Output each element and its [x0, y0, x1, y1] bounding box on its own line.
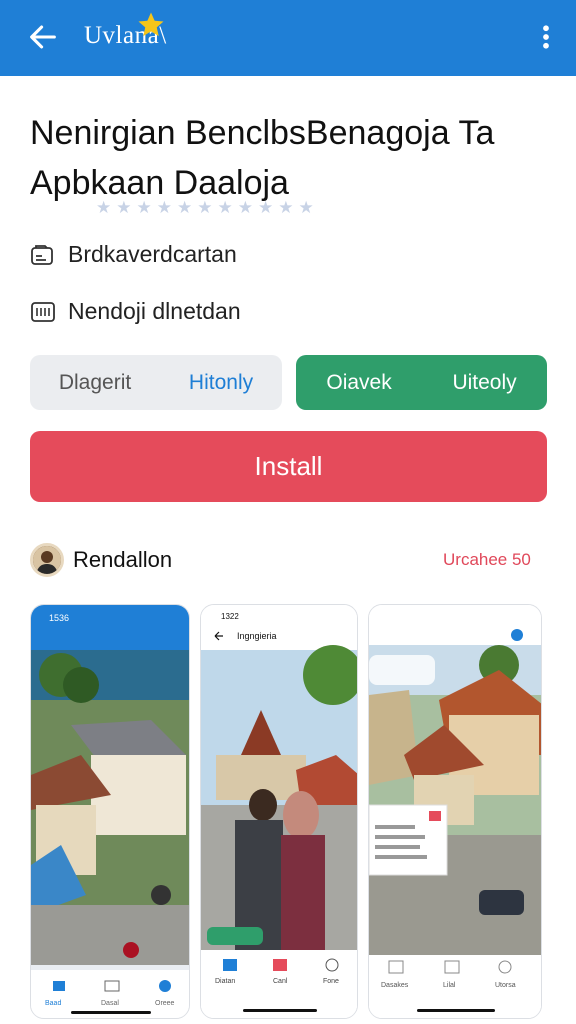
developer-card-icon	[31, 244, 53, 265]
secondary-button-group: Dlagerit Hitonly	[30, 355, 282, 410]
rating-star: ★	[177, 198, 193, 217]
app-bar: Uvlana\	[0, 0, 576, 76]
avatar	[30, 543, 64, 577]
green-option-button-secondary[interactable]: Uiteoly	[452, 371, 516, 395]
info-date-row[interactable]: Nendoji dlnetdan	[30, 298, 241, 325]
screen-title: Ingngieria	[237, 631, 277, 641]
nav-label: Utorsa	[495, 982, 516, 989]
nav-label: Baad	[45, 1000, 61, 1007]
nav-label: Dasakes	[381, 982, 409, 989]
rating-star: ★	[258, 198, 274, 217]
screenshot-thumbnail-2[interactable]: 1322 Ingngieria Diatan Canl Fone	[200, 604, 358, 1019]
calendar-grid-icon	[31, 301, 55, 322]
developer-name: Rendallon	[73, 547, 173, 572]
rating-star: ★	[217, 198, 233, 217]
secondary-option-button[interactable]: Dlagerit	[59, 371, 131, 395]
rating-star: ★	[96, 198, 112, 217]
arrow-left-icon[interactable]	[26, 20, 60, 54]
rating-star: ★	[136, 198, 152, 217]
screenshot-thumbnail-1[interactable]: 1536 Baad Dasal Oreee	[30, 604, 190, 1019]
info-developer-row[interactable]: Brdkaverdcartan	[30, 241, 237, 268]
rating-star: ★	[298, 198, 314, 217]
status-time: 1322	[221, 612, 239, 621]
screenshot-thumbnail-3[interactable]: Dasakes Lilal Utorsa	[368, 604, 542, 1019]
star-icon	[138, 12, 164, 37]
install-button[interactable]: Install	[30, 431, 547, 502]
nav-label: Oreee	[155, 1000, 175, 1007]
rating-star: ★	[278, 198, 294, 217]
rating-star: ★	[197, 198, 213, 217]
status-time: 1536	[49, 613, 69, 623]
info-developer-label: Brdkaverdcartan	[68, 241, 237, 267]
secondary-option-button-active[interactable]: Hitonly	[189, 371, 253, 395]
more-vertical-icon[interactable]	[536, 22, 556, 52]
rating-stars: ★ ★ ★ ★ ★ ★ ★ ★ ★ ★ ★	[96, 198, 314, 218]
rating-star: ★	[237, 198, 253, 217]
nav-label: Fone	[323, 978, 339, 985]
developer-link[interactable]: Urcahee 50	[443, 550, 531, 570]
rating-star: ★	[116, 198, 132, 217]
nav-label: Lilal	[443, 982, 456, 989]
rating-star: ★	[156, 198, 172, 217]
primary-button-group: Oiavek Uiteoly	[296, 355, 547, 410]
nav-label: Dasal	[101, 1000, 119, 1007]
developer-row[interactable]: Rendallon	[30, 543, 172, 577]
nav-label: Diatan	[215, 978, 235, 985]
app-title: Nenirgian BenclbsBenagoja Ta Apbkaan Daa…	[30, 114, 495, 202]
green-option-button[interactable]: Oiavek	[326, 371, 391, 395]
nav-label: Canl	[273, 978, 288, 985]
info-date-label: Nendoji dlnetdan	[68, 298, 241, 324]
